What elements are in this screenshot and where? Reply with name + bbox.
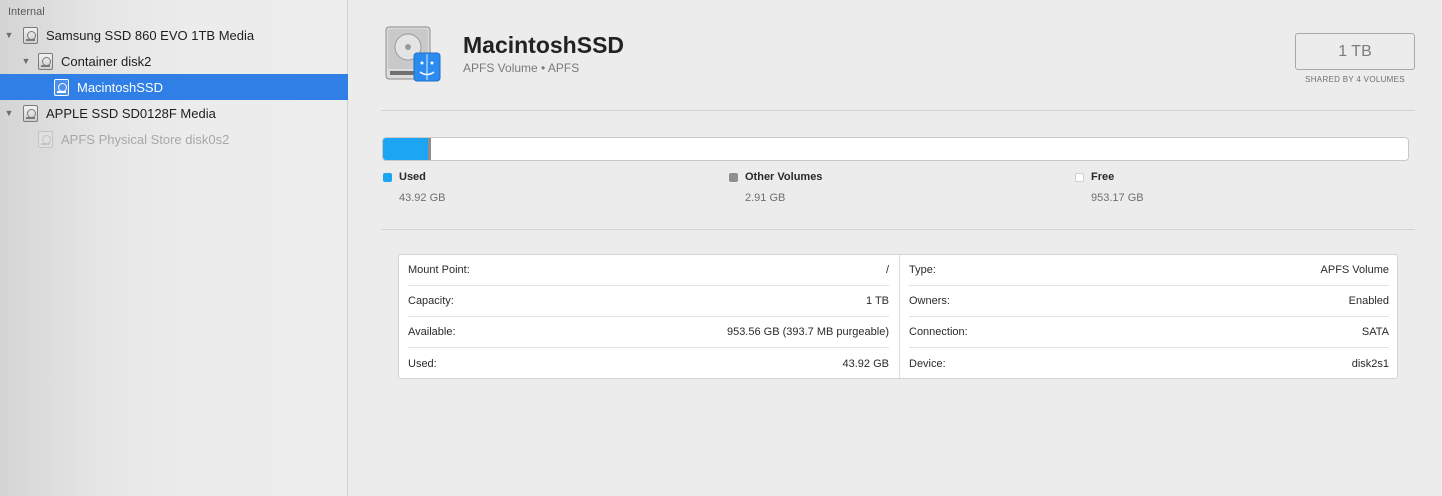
- info-value: 43.92 GB: [842, 357, 889, 370]
- info-row-mount-point: Mount Point: /: [408, 255, 889, 286]
- info-row-capacity: Capacity: 1 TB: [408, 286, 889, 317]
- info-label: Owners:: [909, 295, 950, 307]
- legend-other-label: Other Volumes: [745, 171, 823, 183]
- legend-used-label: Used: [399, 171, 426, 183]
- info-value: Enabled: [1348, 295, 1389, 307]
- sidebar-section-internal: Internal: [8, 6, 45, 18]
- info-value: APFS Volume: [1320, 264, 1389, 276]
- info-label: Mount Point:: [408, 264, 470, 276]
- volume-detail-pane: MacintoshSSD APFS Volume • APFS 1 TB SHA…: [349, 0, 1442, 496]
- sidebar-item-apple-ssd[interactable]: ▼ APPLE SSD SD0128F Media: [0, 100, 348, 126]
- usage-bar-used-segment: [383, 138, 428, 160]
- hard-disk-icon: [23, 104, 38, 122]
- used-swatch: [383, 173, 392, 182]
- info-row-type: Type: APFS Volume: [909, 255, 1389, 286]
- internal-drive-finder-icon: [385, 26, 441, 82]
- sidebar: Internal ▼ Samsung SSD 860 EVO 1TB Media…: [0, 0, 348, 496]
- info-label: Capacity:: [408, 295, 454, 307]
- volume-disk-icon: [54, 78, 69, 96]
- volume-subtitle: APFS Volume • APFS: [463, 61, 580, 75]
- info-row-owners: Owners: Enabled: [909, 286, 1389, 317]
- disclosure-triangle-icon[interactable]: ▼: [4, 30, 14, 40]
- divider: [381, 229, 1415, 230]
- info-value: /: [885, 264, 889, 276]
- container-disk-icon: [38, 52, 53, 70]
- info-column-left: Mount Point: / Capacity: 1 TB Available:…: [399, 255, 899, 378]
- usage-bar: [382, 137, 1409, 161]
- capacity-display: 1 TB: [1295, 33, 1415, 70]
- sidebar-item-label: Container disk2: [61, 53, 152, 69]
- info-label: Connection:: [909, 326, 968, 338]
- sidebar-item-label: Samsung SSD 860 EVO 1TB Media: [46, 27, 255, 43]
- info-row-connection: Connection: SATA: [909, 317, 1389, 348]
- info-value: 953.56 GB (393.7 MB purgeable): [726, 326, 889, 338]
- sidebar-item-apfs-physical-store[interactable]: APFS Physical Store disk0s2: [0, 126, 348, 152]
- divider: [381, 110, 1415, 111]
- physical-store-icon: [38, 130, 53, 148]
- volume-info-table: Mount Point: / Capacity: 1 TB Available:…: [398, 254, 1398, 379]
- info-label: Type:: [909, 264, 936, 276]
- disclosure-triangle-icon[interactable]: ▼: [4, 108, 14, 118]
- info-label: Device:: [909, 357, 946, 370]
- info-row-used: Used: 43.92 GB: [408, 348, 889, 379]
- sidebar-item-samsung-ssd[interactable]: ▼ Samsung SSD 860 EVO 1TB Media: [0, 22, 348, 48]
- other-volumes-swatch: [729, 173, 738, 182]
- sidebar-item-label: APFS Physical Store disk0s2: [61, 131, 230, 147]
- info-label: Used:: [408, 357, 437, 370]
- legend-used-value: 43.92 GB: [399, 192, 446, 204]
- info-value: disk2s1: [1351, 357, 1389, 370]
- legend-free-value: 953.17 GB: [1091, 192, 1144, 204]
- sidebar-item-label: APPLE SSD SD0128F Media: [46, 105, 216, 121]
- sidebar-item-label: MacintoshSSD: [77, 79, 163, 95]
- volume-title: MacintoshSSD: [463, 32, 625, 58]
- free-swatch: [1075, 173, 1084, 182]
- info-label: Available:: [408, 326, 456, 338]
- disclosure-triangle-icon[interactable]: ▼: [21, 56, 31, 66]
- legend-free-label: Free: [1091, 171, 1115, 183]
- hard-disk-icon: [23, 26, 38, 44]
- info-row-device: Device: disk2s1: [909, 348, 1389, 379]
- legend-other-value: 2.91 GB: [745, 192, 786, 204]
- info-value: 1 TB: [865, 295, 889, 307]
- info-column-right: Type: APFS Volume Owners: Enabled Connec…: [899, 255, 1399, 378]
- info-value: SATA: [1361, 326, 1389, 338]
- sidebar-item-macintoshssd[interactable]: MacintoshSSD: [0, 74, 348, 100]
- capacity-caption: SHARED BY 4 VOLUMES: [1305, 75, 1405, 84]
- info-row-available: Available: 953.56 GB (393.7 MB purgeable…: [408, 317, 889, 348]
- sidebar-item-container-disk2[interactable]: ▼ Container disk2: [0, 48, 348, 74]
- usage-bar-other-segment: [428, 138, 431, 160]
